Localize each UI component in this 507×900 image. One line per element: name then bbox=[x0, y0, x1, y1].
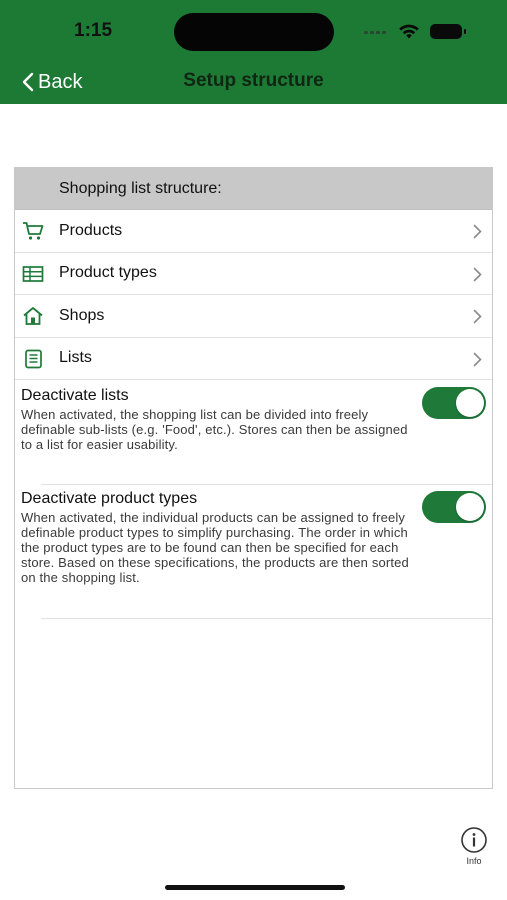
toggle-description: When activated, the shopping list can be… bbox=[21, 407, 408, 452]
toggle-deactivate-product-types: Deactivate product types When activated,… bbox=[21, 490, 488, 585]
row-shops[interactable]: Shops bbox=[15, 295, 492, 338]
row-label-product-types: Product types bbox=[59, 264, 157, 282]
info-icon bbox=[461, 827, 487, 853]
cellular-signal-icon bbox=[364, 31, 386, 34]
toggle-title: Deactivate product types bbox=[21, 490, 198, 507]
status-time: 1:15 bbox=[74, 20, 113, 41]
row-label-shops: Shops bbox=[59, 306, 105, 324]
info-button[interactable]: Info bbox=[458, 826, 490, 866]
toggle-description: When activated, the individual products … bbox=[21, 510, 409, 585]
divider bbox=[41, 484, 492, 485]
house-icon bbox=[23, 307, 43, 325]
wifi-icon bbox=[399, 24, 419, 39]
row-products[interactable]: Products bbox=[15, 210, 492, 253]
toggle-title: Deactivate lists bbox=[21, 387, 129, 404]
home-indicator bbox=[165, 885, 345, 890]
structure-panel: Shopping list structure: Products Produc… bbox=[14, 167, 493, 789]
deactivate-lists-switch[interactable] bbox=[422, 387, 486, 419]
cart-icon bbox=[23, 222, 44, 240]
row-product-types[interactable]: Product types bbox=[15, 253, 492, 295]
page-title: Setup structure bbox=[183, 70, 324, 91]
row-label-lists: Lists bbox=[59, 349, 92, 367]
row-lists[interactable]: Lists bbox=[15, 338, 492, 380]
battery-icon bbox=[430, 24, 466, 39]
info-label: Info bbox=[466, 856, 482, 866]
toggle-deactivate-lists: Deactivate lists When activated, the sho… bbox=[21, 387, 488, 452]
chevron-right-icon bbox=[473, 267, 482, 281]
chevron-right-icon bbox=[473, 352, 482, 366]
divider bbox=[41, 618, 492, 619]
row-label-products: Products bbox=[59, 221, 123, 239]
deactivate-product-types-switch[interactable] bbox=[422, 491, 486, 523]
navigation-header: 1:15 Back Setup structure bbox=[0, 0, 507, 104]
chevron-right-icon bbox=[473, 224, 482, 239]
table-icon bbox=[22, 265, 44, 282]
chevron-right-icon bbox=[473, 309, 482, 324]
list-icon bbox=[25, 349, 42, 368]
dynamic-island bbox=[174, 13, 334, 51]
section-header: Shopping list structure: bbox=[15, 168, 492, 210]
